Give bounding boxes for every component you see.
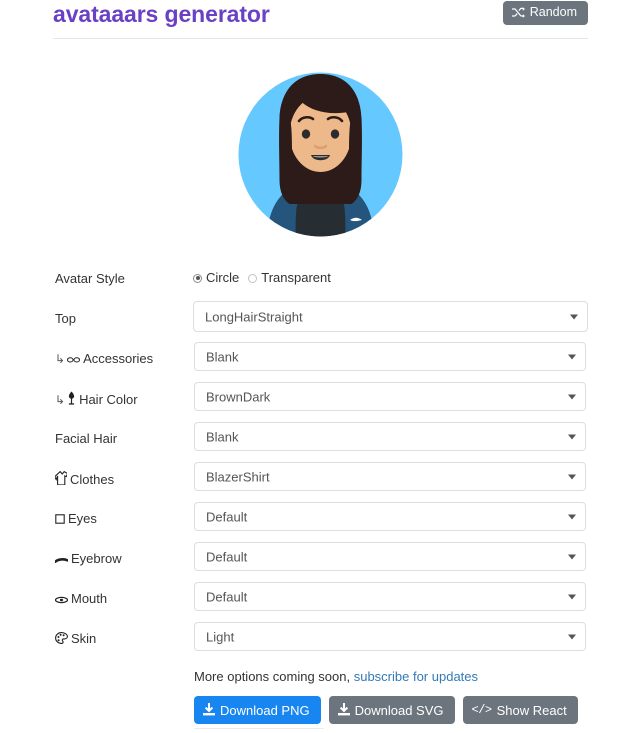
bottom-divider (194, 728, 324, 729)
radio-dot[interactable] (248, 273, 258, 283)
random-button-label: Random (529, 5, 577, 19)
chevron-down-icon (568, 394, 576, 399)
select-value: Light (206, 629, 235, 644)
chevron-down-icon (568, 354, 576, 359)
download-svg-label: Download SVG (354, 702, 444, 718)
row-label-text: Skin (71, 631, 97, 646)
row-label-text: Top (55, 311, 76, 326)
radio-label: Transparent (261, 270, 331, 285)
show-react-label: Show React (496, 702, 567, 718)
show-react-button[interactable]: </> Show React (462, 696, 578, 724)
more-options-text: More options coming soon, (194, 669, 351, 684)
select-value: Default (206, 549, 248, 564)
select-value: Blank (206, 429, 239, 444)
row-label-text: Clothes (70, 472, 115, 487)
select-hair-color[interactable]: BrownDark (194, 382, 586, 411)
select-value: BrownDark (206, 389, 271, 404)
action-buttons: Download PNG Download SVG </> Show React (194, 696, 578, 724)
chevron-down-icon (568, 554, 576, 559)
form-row: Top LongHairStraight (0, 301, 637, 342)
chevron-down-icon (568, 434, 576, 439)
avatar-style-radio-group: Circle Transparent (193, 270, 331, 286)
select-value: LongHairStraight (205, 309, 303, 324)
select-top[interactable]: LongHairStraight (193, 301, 588, 332)
form-row: Mouth Default (0, 582, 637, 622)
mouth-icon (54, 592, 69, 608)
form-row: Avatar Style Circle Transparent (0, 262, 637, 302)
select-value: Default (206, 589, 248, 604)
sub-arrow-icon: ↳ (55, 393, 66, 407)
chevron-down-icon (568, 474, 576, 479)
select-skin[interactable]: Light (194, 622, 586, 651)
download-png-label: Download PNG (220, 702, 310, 718)
row-label-eyebrow: Eyebrow (54, 551, 122, 568)
row-label-facial-hair: Facial Hair (55, 431, 117, 447)
select-eyes[interactable]: Default (194, 502, 586, 531)
form-row: ↳ Accessories Blank (0, 342, 637, 382)
select-accessories[interactable]: Blank (194, 342, 586, 371)
eyebrow-icon (54, 552, 69, 568)
select-clothes[interactable]: BlazerShirt (194, 462, 586, 491)
row-label-text: Eyes (68, 511, 97, 526)
select-eyebrow[interactable]: Default (194, 542, 586, 571)
radio-dot[interactable] (193, 273, 202, 283)
row-label-text: Hair Color (79, 392, 138, 407)
row-label-top: Top (55, 311, 76, 327)
select-facial-hair[interactable]: Blank (194, 422, 586, 451)
shuffle-icon (511, 6, 525, 18)
chevron-down-icon (568, 634, 576, 639)
select-value: Default (206, 509, 248, 524)
shirt-icon (54, 470, 69, 489)
select-value: BlazerShirt (206, 469, 270, 484)
download-svg-button[interactable]: Download SVG (328, 696, 455, 724)
row-label-accessories: ↳ Accessories (55, 351, 153, 368)
hair-color-icon (67, 391, 76, 409)
row-label-hair-color: ↳ Hair Color (55, 391, 138, 409)
page-header: avataaars generator Random (0, 0, 637, 39)
sub-arrow-icon: ↳ (55, 352, 66, 366)
row-label-clothes: Clothes (54, 470, 115, 489)
row-label-text: Accessories (83, 351, 154, 366)
row-label-eyes: Eyes (55, 511, 97, 528)
code-icon: </> (471, 703, 493, 717)
form-row: Facial Hair Blank (0, 422, 637, 462)
chevron-down-icon (570, 314, 578, 319)
row-label-skin: Skin (55, 631, 96, 648)
glasses-icon (67, 352, 81, 368)
avatar-preview[interactable] (238, 62, 403, 247)
form-row: ↳ Hair Color BrownDark (0, 382, 637, 422)
form-row: Skin Light (0, 622, 637, 662)
radio-label: Circle (206, 270, 240, 285)
chevron-down-icon (568, 594, 576, 599)
subscribe-link[interactable]: subscribe for updates (354, 669, 478, 684)
download-icon (337, 702, 350, 718)
chevron-down-icon (568, 514, 576, 519)
options-form: Avatar Style Circle Transparent Top LongHair… (0, 262, 637, 662)
select-mouth[interactable]: Default (194, 582, 586, 611)
row-label-mouth: Mouth (54, 591, 108, 608)
select-value: Blank (206, 349, 239, 364)
page-title: avataaars generator (53, 1, 270, 27)
eye-icon (55, 512, 65, 528)
row-label-text: Facial Hair (55, 431, 118, 446)
palette-icon (55, 632, 68, 648)
more-options-note: More options coming soon, subscribe for … (194, 669, 478, 685)
avatar-generator-page: avataaars generator Random Avatar Style … (0, 0, 637, 733)
row-label-text: Mouth (71, 591, 108, 606)
form-row: Clothes BlazerShirt (0, 462, 637, 502)
radio-circle[interactable]: Circle (193, 270, 239, 286)
row-label-text: Eyebrow (71, 551, 122, 566)
download-icon (203, 702, 215, 718)
radio-transparent[interactable]: Transparent (248, 270, 331, 286)
form-row: Eyebrow Default (0, 542, 637, 582)
random-button[interactable]: Random (502, 1, 588, 25)
download-png-button[interactable]: Download PNG (194, 696, 321, 724)
header-divider (53, 38, 588, 39)
row-label-avatar-style: Avatar Style (55, 271, 125, 287)
row-label-text: Avatar Style (55, 271, 125, 286)
form-row: Eyes Default (0, 502, 637, 542)
